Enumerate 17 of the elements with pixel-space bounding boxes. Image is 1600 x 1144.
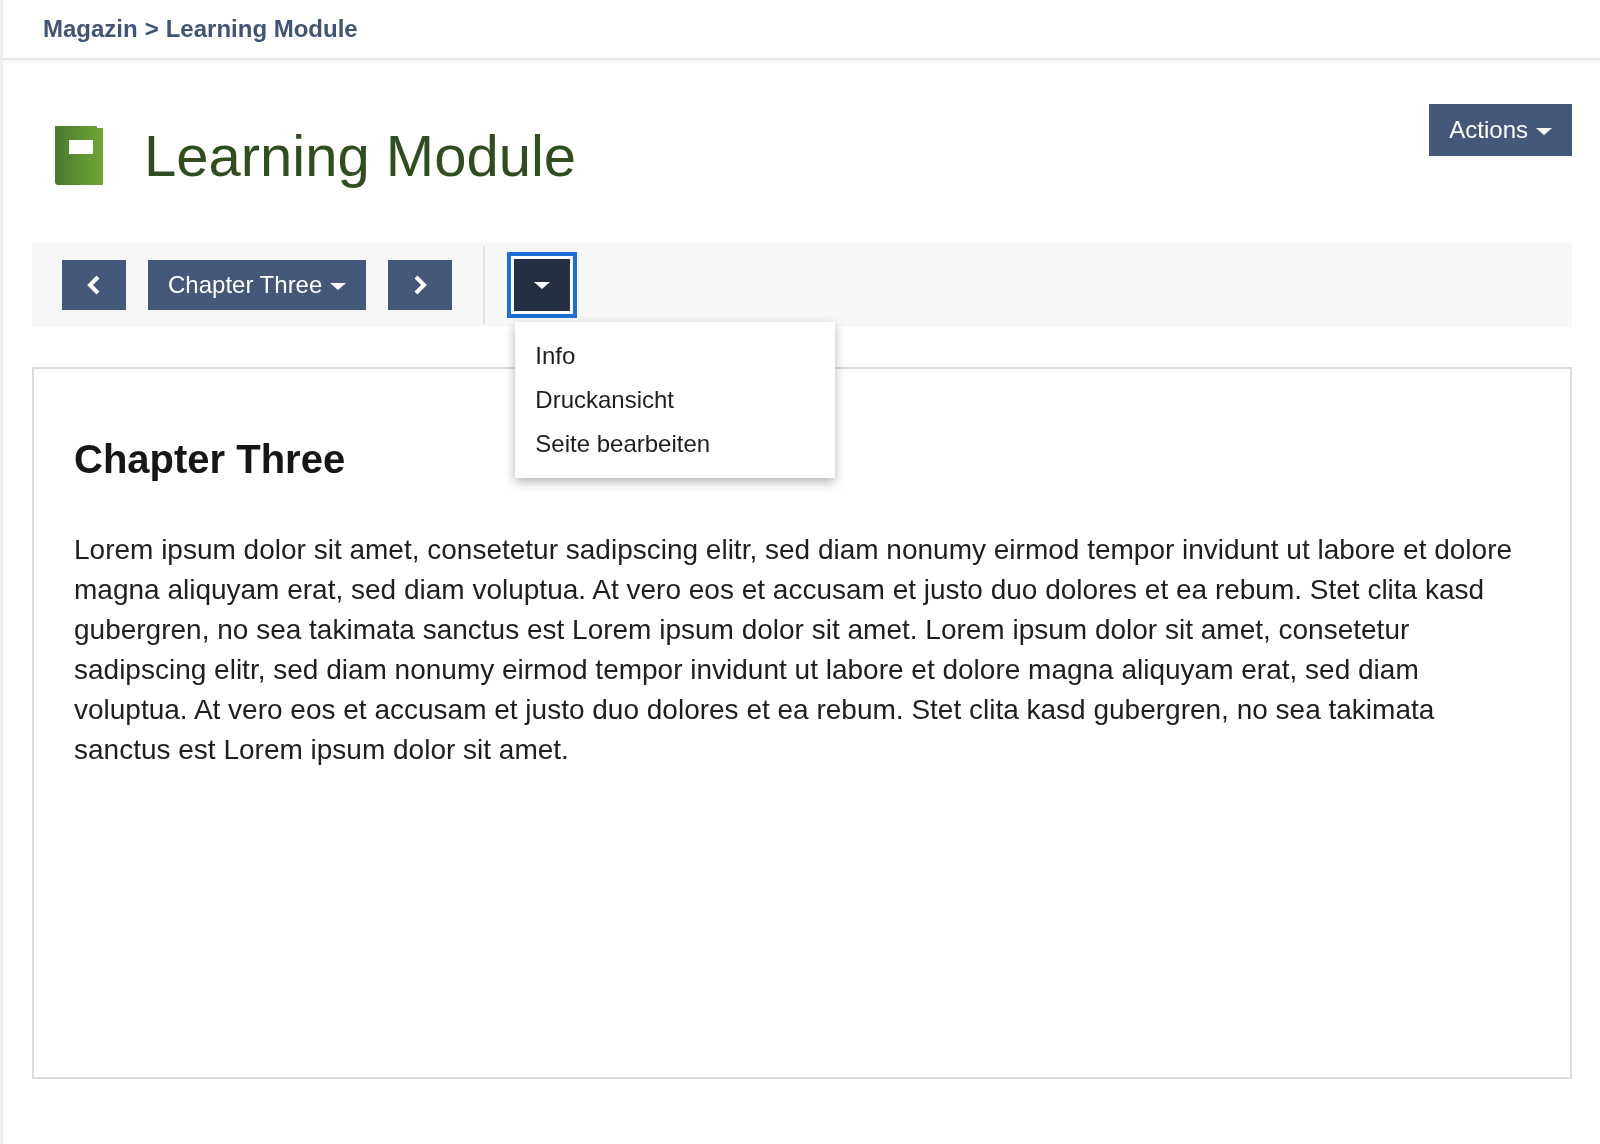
breadcrumb-link[interactable]: Magazin (43, 15, 138, 43)
breadcrumb-separator: > (144, 15, 159, 43)
next-button[interactable] (388, 260, 453, 310)
menu-item[interactable]: Seite bearbeiten (515, 424, 836, 468)
chevron-left-icon (87, 275, 101, 295)
actions-button[interactable]: Actions (1429, 104, 1572, 156)
chapter-dropdown[interactable]: Chapter Three (148, 260, 367, 310)
previous-button[interactable] (62, 260, 126, 310)
book-icon (54, 123, 104, 186)
menu-item[interactable]: Info (515, 336, 836, 380)
page-title: Learning Module (144, 122, 578, 189)
paragraph: Lorem ipsum dolor sit amet, consetetur sadipscing elitr, sed diam nonumy eirmod tempor invidunt ut labore et dolore magna aliquyam erat, sed diam voluptua. At vero eos et accusam et justo duo dolores et ea rebum. Stet clita kasd gubergren, no sea takimata sanctus est Lorem ipsum dolor sit amet. Lorem ipsum dolor sit amet, consetetur sadipscing elitr, sed diam nonumy eirmod tempor invidunt ut labore et dolore magna aliquyam erat, sed diam voluptua. At vero eos et accusam et justo duo dolores et ea rebum. Stet clita kasd gubergren, no sea takimata sanctus est Lorem ipsum dolor sit amet. (74, 533, 1514, 767)
menu-item[interactable]: Druckansicht (515, 380, 836, 424)
breadcrumb-link[interactable]: Learning Module (165, 15, 358, 43)
chapter-heading: Chapter Three (74, 437, 346, 482)
more-menu-button[interactable] (507, 252, 578, 318)
chevron-right-icon (413, 275, 428, 295)
